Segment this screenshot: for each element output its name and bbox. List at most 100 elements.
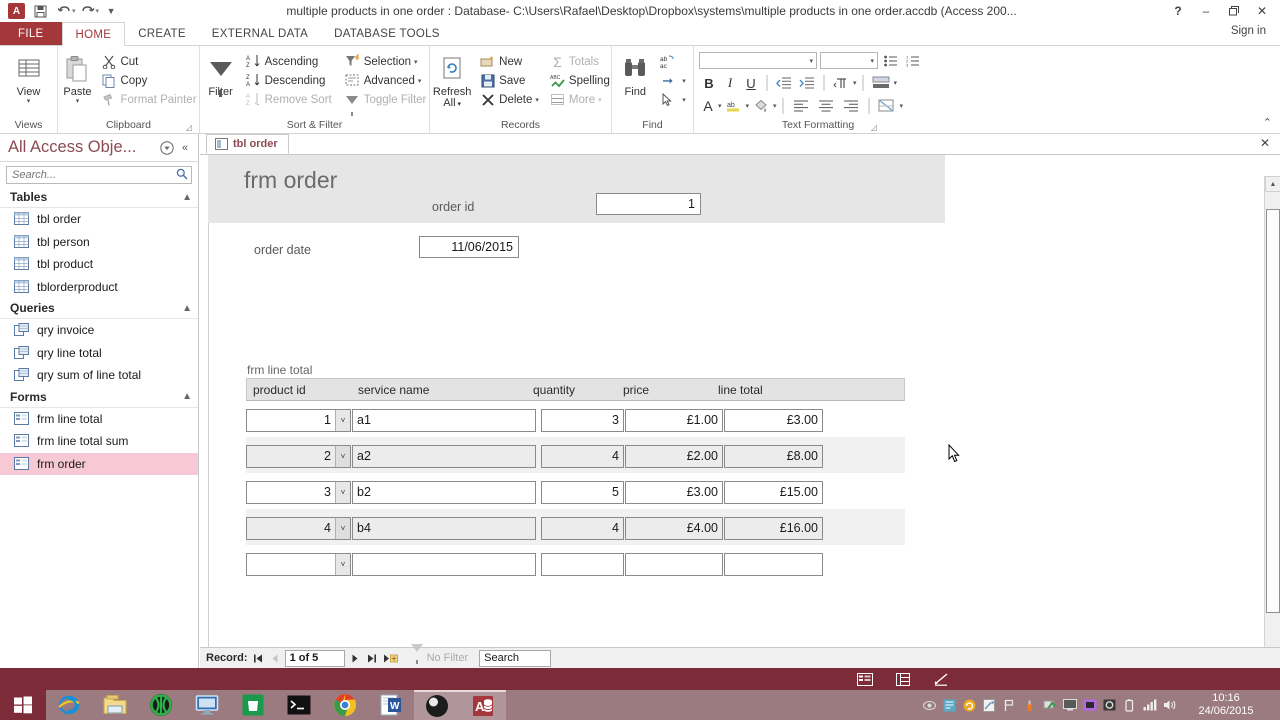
- price-field[interactable]: £1.00: [625, 408, 723, 432]
- font-family-select[interactable]: ▾: [699, 52, 817, 69]
- sidebar-item-qry-sum-of-line-total[interactable]: qry sum of line total: [0, 364, 198, 387]
- product-id-combobox[interactable]: 3 ˅: [246, 480, 351, 504]
- text-direction-caret[interactable]: ▾: [853, 79, 857, 87]
- alternate-row-color-icon[interactable]: [875, 99, 899, 113]
- quantity-field[interactable]: [541, 552, 624, 576]
- first-record-button[interactable]: [251, 650, 265, 666]
- quantity-field[interactable]: 5: [541, 480, 624, 504]
- previous-record-button[interactable]: [268, 650, 282, 666]
- product-id-combobox[interactable]: 2 ˅: [246, 444, 351, 468]
- media-player-icon[interactable]: [138, 690, 184, 720]
- decrease-indent-icon[interactable]: [773, 77, 795, 90]
- windows-store-icon[interactable]: [230, 690, 276, 720]
- numbered-list-icon[interactable]: 123: [903, 52, 922, 69]
- increase-indent-icon[interactable]: [796, 77, 818, 90]
- search-icon[interactable]: [176, 168, 188, 183]
- usb-device-icon[interactable]: [1022, 698, 1037, 713]
- replace-button[interactable]: ab ac: [655, 52, 690, 71]
- view-button[interactable]: View ▾: [6, 50, 52, 106]
- nav-group-forms[interactable]: Forms ▲: [0, 386, 198, 408]
- customize-qat-icon[interactable]: ▼: [99, 1, 123, 21]
- font-color-caret[interactable]: ▾: [718, 102, 722, 110]
- gridlines-caret[interactable]: ▾: [894, 79, 898, 87]
- collapse-ribbon-button[interactable]: ⌃: [1263, 116, 1272, 129]
- chevron-up-icon[interactable]: ▲: [182, 303, 192, 314]
- document-tab-tbl-order[interactable]: tbl order: [206, 134, 289, 154]
- paste-button[interactable]: Paste ▾: [56, 50, 98, 106]
- bulleted-list-icon[interactable]: [881, 52, 900, 69]
- datasheet-view-icon[interactable]: [894, 672, 912, 687]
- column-header-product-id[interactable]: product id: [247, 383, 352, 397]
- font-color-button[interactable]: A: [699, 98, 717, 114]
- quantity-field[interactable]: 4: [541, 516, 624, 540]
- tab-home[interactable]: HOME: [61, 22, 126, 46]
- service-name-field[interactable]: [352, 552, 536, 576]
- line-total-field[interactable]: £15.00: [724, 480, 823, 504]
- paste-dropdown-caret[interactable]: ▾: [76, 98, 80, 106]
- spelling-button[interactable]: ABC Spelling: [547, 71, 614, 90]
- navigation-search-box[interactable]: [6, 166, 192, 184]
- record-position-field[interactable]: 1 of 5: [284, 649, 345, 667]
- order-date-field[interactable]: 11/06/2015: [419, 236, 519, 258]
- sidebar-item-tblorderproduct[interactable]: tblorderproduct: [0, 276, 198, 299]
- help-button[interactable]: ?: [1164, 1, 1192, 21]
- column-header-price[interactable]: price: [617, 383, 712, 397]
- chevron-down-icon[interactable]: ˅: [335, 481, 350, 503]
- sidebar-item-tbl-product[interactable]: tbl product: [0, 253, 198, 276]
- product-id-combobox[interactable]: 1 ˅: [246, 408, 351, 432]
- line-total-field[interactable]: £8.00: [724, 444, 823, 468]
- save-record-button[interactable]: Save: [477, 71, 543, 90]
- nav-group-queries[interactable]: Queries ▲: [0, 298, 198, 319]
- tab-file[interactable]: FILE: [0, 22, 62, 45]
- save-icon[interactable]: [28, 1, 52, 21]
- new-record-button[interactable]: [382, 650, 400, 666]
- windows-start-icon[interactable]: [0, 690, 46, 720]
- flag-action-center-icon[interactable]: [1002, 698, 1017, 713]
- cut-button[interactable]: Cut: [98, 52, 200, 71]
- quantity-field[interactable]: 3: [541, 408, 624, 432]
- selection-button[interactable]: Selection ▾: [342, 52, 431, 71]
- form-view-icon[interactable]: [856, 672, 874, 687]
- chevron-down-icon[interactable]: ˅: [335, 553, 350, 575]
- close-document-button[interactable]: ✕: [1260, 136, 1270, 150]
- more-button[interactable]: More ▾: [547, 90, 614, 109]
- remove-sort-button[interactable]: AZ Remove Sort: [243, 90, 336, 109]
- scroll-up-button[interactable]: ▲: [1265, 176, 1280, 192]
- datasheet-gridlines-icon[interactable]: [869, 76, 893, 90]
- network-drive-icon[interactable]: [942, 698, 957, 713]
- restore-button[interactable]: [1220, 1, 1248, 21]
- display-settings-icon[interactable]: [184, 690, 230, 720]
- goto-button[interactable]: ➞ ▾: [655, 71, 690, 90]
- filter-button[interactable]: Filter: [199, 50, 243, 98]
- sort-ascending-button[interactable]: AZ Ascending: [243, 52, 336, 71]
- last-record-button[interactable]: [365, 650, 379, 666]
- microsoft-access-icon[interactable]: A: [460, 690, 506, 720]
- price-field[interactable]: £2.00: [625, 444, 723, 468]
- line-total-field[interactable]: [724, 552, 823, 576]
- sidebar-item-qry-invoice[interactable]: qry invoice: [0, 319, 198, 342]
- product-id-combobox[interactable]: ˅: [246, 552, 351, 576]
- select-dropdown-caret[interactable]: ▾: [682, 96, 686, 104]
- align-right-icon[interactable]: [839, 100, 863, 112]
- file-explorer-icon[interactable]: [92, 690, 138, 720]
- font-size-select[interactable]: ▾: [820, 52, 878, 69]
- more-dropdown-caret[interactable]: ▾: [598, 96, 602, 104]
- bold-button[interactable]: B: [699, 76, 719, 91]
- network-signal-icon[interactable]: [1142, 698, 1157, 713]
- selection-dropdown-caret[interactable]: ▾: [414, 58, 418, 66]
- price-field[interactable]: £4.00: [625, 516, 723, 540]
- tab-database-tools[interactable]: DATABASE TOOLS: [321, 22, 453, 45]
- internet-explorer-icon[interactable]: [46, 690, 92, 720]
- text-formatting-dialog-launcher-icon[interactable]: ◿: [871, 123, 877, 132]
- battery-icon[interactable]: [1122, 698, 1137, 713]
- service-name-field[interactable]: a1: [352, 408, 536, 432]
- show-hidden-icons-icon[interactable]: [922, 698, 937, 713]
- sign-in-button[interactable]: Sign in: [1231, 25, 1266, 37]
- volume-icon[interactable]: [1162, 698, 1177, 713]
- minimize-button[interactable]: –: [1192, 1, 1220, 21]
- clipboard-dialog-launcher-icon[interactable]: ◿: [186, 123, 192, 132]
- chevron-down-icon[interactable]: ˅: [335, 517, 350, 539]
- delete-record-button[interactable]: Delete ▾: [477, 90, 543, 109]
- chevron-down-icon[interactable]: ˅: [335, 409, 350, 431]
- find-button[interactable]: Find: [615, 50, 655, 98]
